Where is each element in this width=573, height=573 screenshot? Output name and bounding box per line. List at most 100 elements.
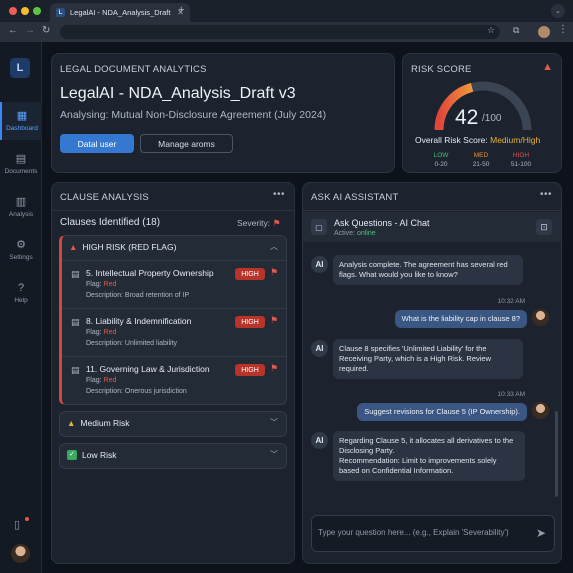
warning-icon: ▲ — [542, 61, 553, 73]
notifications-icon[interactable]: ▯ — [14, 518, 20, 531]
sidebar-item-label: Help — [14, 296, 28, 304]
message-timestamp: 10:33 AM — [497, 391, 525, 398]
sidebar-item-documents[interactable]: ▤ Documents — [0, 145, 42, 183]
document-subtitle: Analysing: Mutual Non-Disclosure Agreeme… — [60, 109, 327, 121]
tab-search-icon[interactable]: ⌄ — [551, 4, 565, 18]
warning-icon: ▲ — [69, 242, 78, 252]
bookmark-star-icon[interactable]: ☆ — [487, 25, 495, 36]
more-options-icon[interactable]: ••• — [540, 189, 552, 200]
forward-icon[interactable]: → — [25, 25, 35, 36]
section-title: LEGAL DOCUMENT ANALYTICS — [60, 64, 207, 75]
document-title: LegalAI - NDA_Analysis_Draft v3 — [60, 85, 296, 102]
back-icon[interactable]: ← — [8, 25, 18, 36]
send-icon[interactable]: ➤ — [536, 526, 546, 540]
tab-title: LegalAI - NDA_Analysis_Draft v3 — [70, 8, 173, 17]
new-tab-icon[interactable]: + — [178, 4, 184, 16]
app-logo[interactable]: L — [10, 58, 30, 78]
url-field[interactable] — [60, 25, 500, 39]
legend-low: LOW 0-20 — [421, 151, 461, 169]
user-message: What is the liability cap in clause 8? — [394, 310, 527, 328]
legend-high: HIGH 51-100 — [501, 151, 541, 169]
high-risk-group: ▲ HIGH RISK (RED FLAG) ︿ ▤ 5. Intellectu… — [59, 235, 287, 405]
maximize-window-button[interactable] — [33, 7, 41, 15]
flag-value: Red — [103, 281, 117, 288]
clause-description: Description: Broad retention of IP — [86, 292, 190, 299]
sidebar-item-analysis[interactable]: ▥ Analysis — [0, 188, 42, 226]
chevron-up-icon[interactable]: ︿ — [270, 241, 278, 252]
clause-description: Description: Onerous jurisdiction — [86, 388, 187, 395]
red-flag-icon: ⚑ — [270, 267, 279, 277]
ai-assistant-panel: ASK AI ASSISTANT ••• ▢ Ask Questions - A… — [302, 182, 562, 564]
robot-icon[interactable]: ⊡ — [536, 219, 552, 235]
sidebar-item-settings[interactable]: ⚙ Settings — [0, 231, 42, 269]
chat-scrollbar[interactable] — [555, 411, 558, 497]
severity-filter[interactable]: Severity: ⚑ — [237, 218, 281, 229]
more-options-icon[interactable]: ••• — [273, 189, 285, 200]
risk-score-max: /100 — [482, 113, 502, 124]
ai-message: Regarding Clause 5, it allocates all der… — [333, 431, 525, 481]
overall-risk-line: Overall Risk Score: Medium/High — [415, 135, 540, 145]
primary-action-button[interactable]: Datal user — [60, 134, 134, 153]
document-icon: ▤ — [71, 269, 80, 279]
sidebar-item-help[interactable]: ? Help — [0, 274, 42, 312]
clause-item[interactable]: ▤ 5. Intellectual Property Ownership HIG… — [62, 260, 286, 308]
user-avatar[interactable] — [11, 544, 30, 563]
legend-label: MED — [473, 152, 489, 159]
sidebar-item-label: Dashboard — [6, 124, 38, 132]
ai-avatar: AI — [311, 432, 328, 449]
chevron-down-icon[interactable]: ﹀ — [270, 449, 278, 460]
chat-input-box[interactable]: ➤ — [311, 515, 555, 552]
legend-label: HIGH — [512, 152, 530, 159]
ai-message: Analysis complete. The agreement has sev… — [333, 255, 523, 285]
flag-label: Flag: — [86, 329, 102, 336]
message-timestamp: 10:32 AM — [497, 298, 525, 305]
legend-range: 51-100 — [510, 161, 532, 168]
red-flag-icon: ⚑ — [270, 315, 279, 325]
overall-risk-value: Medium/High — [490, 135, 541, 145]
minimize-window-button[interactable] — [21, 7, 29, 15]
extensions-icon[interactable]: ⧉ — [513, 25, 519, 36]
legend-label: LOW — [433, 152, 449, 159]
low-risk-group[interactable]: ✓ Low Risk ﹀ — [59, 443, 287, 469]
clause-item[interactable]: ▤ 8. Liability & Indemnification HIGH ⚑ … — [62, 308, 286, 356]
risk-badge: HIGH — [235, 364, 265, 376]
profile-icon[interactable] — [538, 26, 550, 38]
group-header[interactable]: ▲ HIGH RISK (RED FLAG) — [69, 242, 176, 252]
panel-header: ASK AI ASSISTANT ••• — [303, 183, 561, 211]
sidebar-item-label: Documents — [4, 167, 38, 175]
ai-message: Clause 8 specifies 'Unlimited Liability'… — [333, 339, 523, 379]
clause-description: Description: Unlimited liability — [86, 340, 178, 347]
clause-item[interactable]: ▤ 11. Governing Law & Jurisdiction HIGH … — [62, 356, 286, 404]
reload-icon[interactable]: ↻ — [42, 25, 50, 36]
risk-score-title: RISK SCORE — [411, 64, 472, 75]
group-title: Medium Risk — [80, 418, 130, 428]
legend-med: MED 21-50 — [461, 151, 501, 169]
user-avatar — [532, 309, 549, 326]
group-title: Low Risk — [82, 450, 117, 460]
sidebar-item-dashboard[interactable]: ▦ Dashboard — [0, 102, 42, 140]
risk-score-card: RISK SCORE ▲ 42 /100 Overall Risk Score:… — [402, 53, 562, 173]
document-header-card: LEGAL DOCUMENT ANALYTICS LegalAI - NDA_A… — [51, 53, 395, 173]
browser-tab[interactable]: L LegalAI - NDA_Analysis_Draft v3 ✕ — [50, 3, 190, 22]
chat-title: Ask Questions - AI Chat — [334, 218, 430, 228]
flag-label: Flag: — [86, 377, 102, 384]
chat-input[interactable] — [318, 528, 523, 537]
medium-risk-group[interactable]: ▲ Medium Risk ﹀ — [59, 411, 287, 437]
clause-name: 8. Liability & Indemnification — [86, 316, 192, 326]
notification-dot — [25, 517, 29, 521]
document-icon: ▤ — [71, 317, 80, 327]
secondary-action-button[interactable]: Manage aroms — [140, 134, 233, 153]
user-avatar — [532, 402, 549, 419]
checkmark-icon: ✓ — [67, 450, 77, 460]
ai-avatar: AI — [311, 256, 328, 273]
panel-header: CLAUSE ANALYSIS ••• — [52, 183, 294, 211]
clause-flag: Flag: Red — [86, 377, 116, 384]
menu-icon[interactable]: ⋮ — [558, 24, 568, 35]
clause-name: 11. Governing Law & Jurisdiction — [86, 364, 210, 374]
user-message: Suggest revisions for Clause 5 (IP Owner… — [357, 403, 527, 421]
sidebar-item-label: Settings — [9, 253, 33, 261]
red-flag-icon: ⚑ — [270, 363, 279, 373]
chevron-down-icon[interactable]: ﹀ — [270, 417, 278, 428]
panel-title: CLAUSE ANALYSIS — [60, 192, 149, 203]
close-window-button[interactable] — [9, 7, 17, 15]
